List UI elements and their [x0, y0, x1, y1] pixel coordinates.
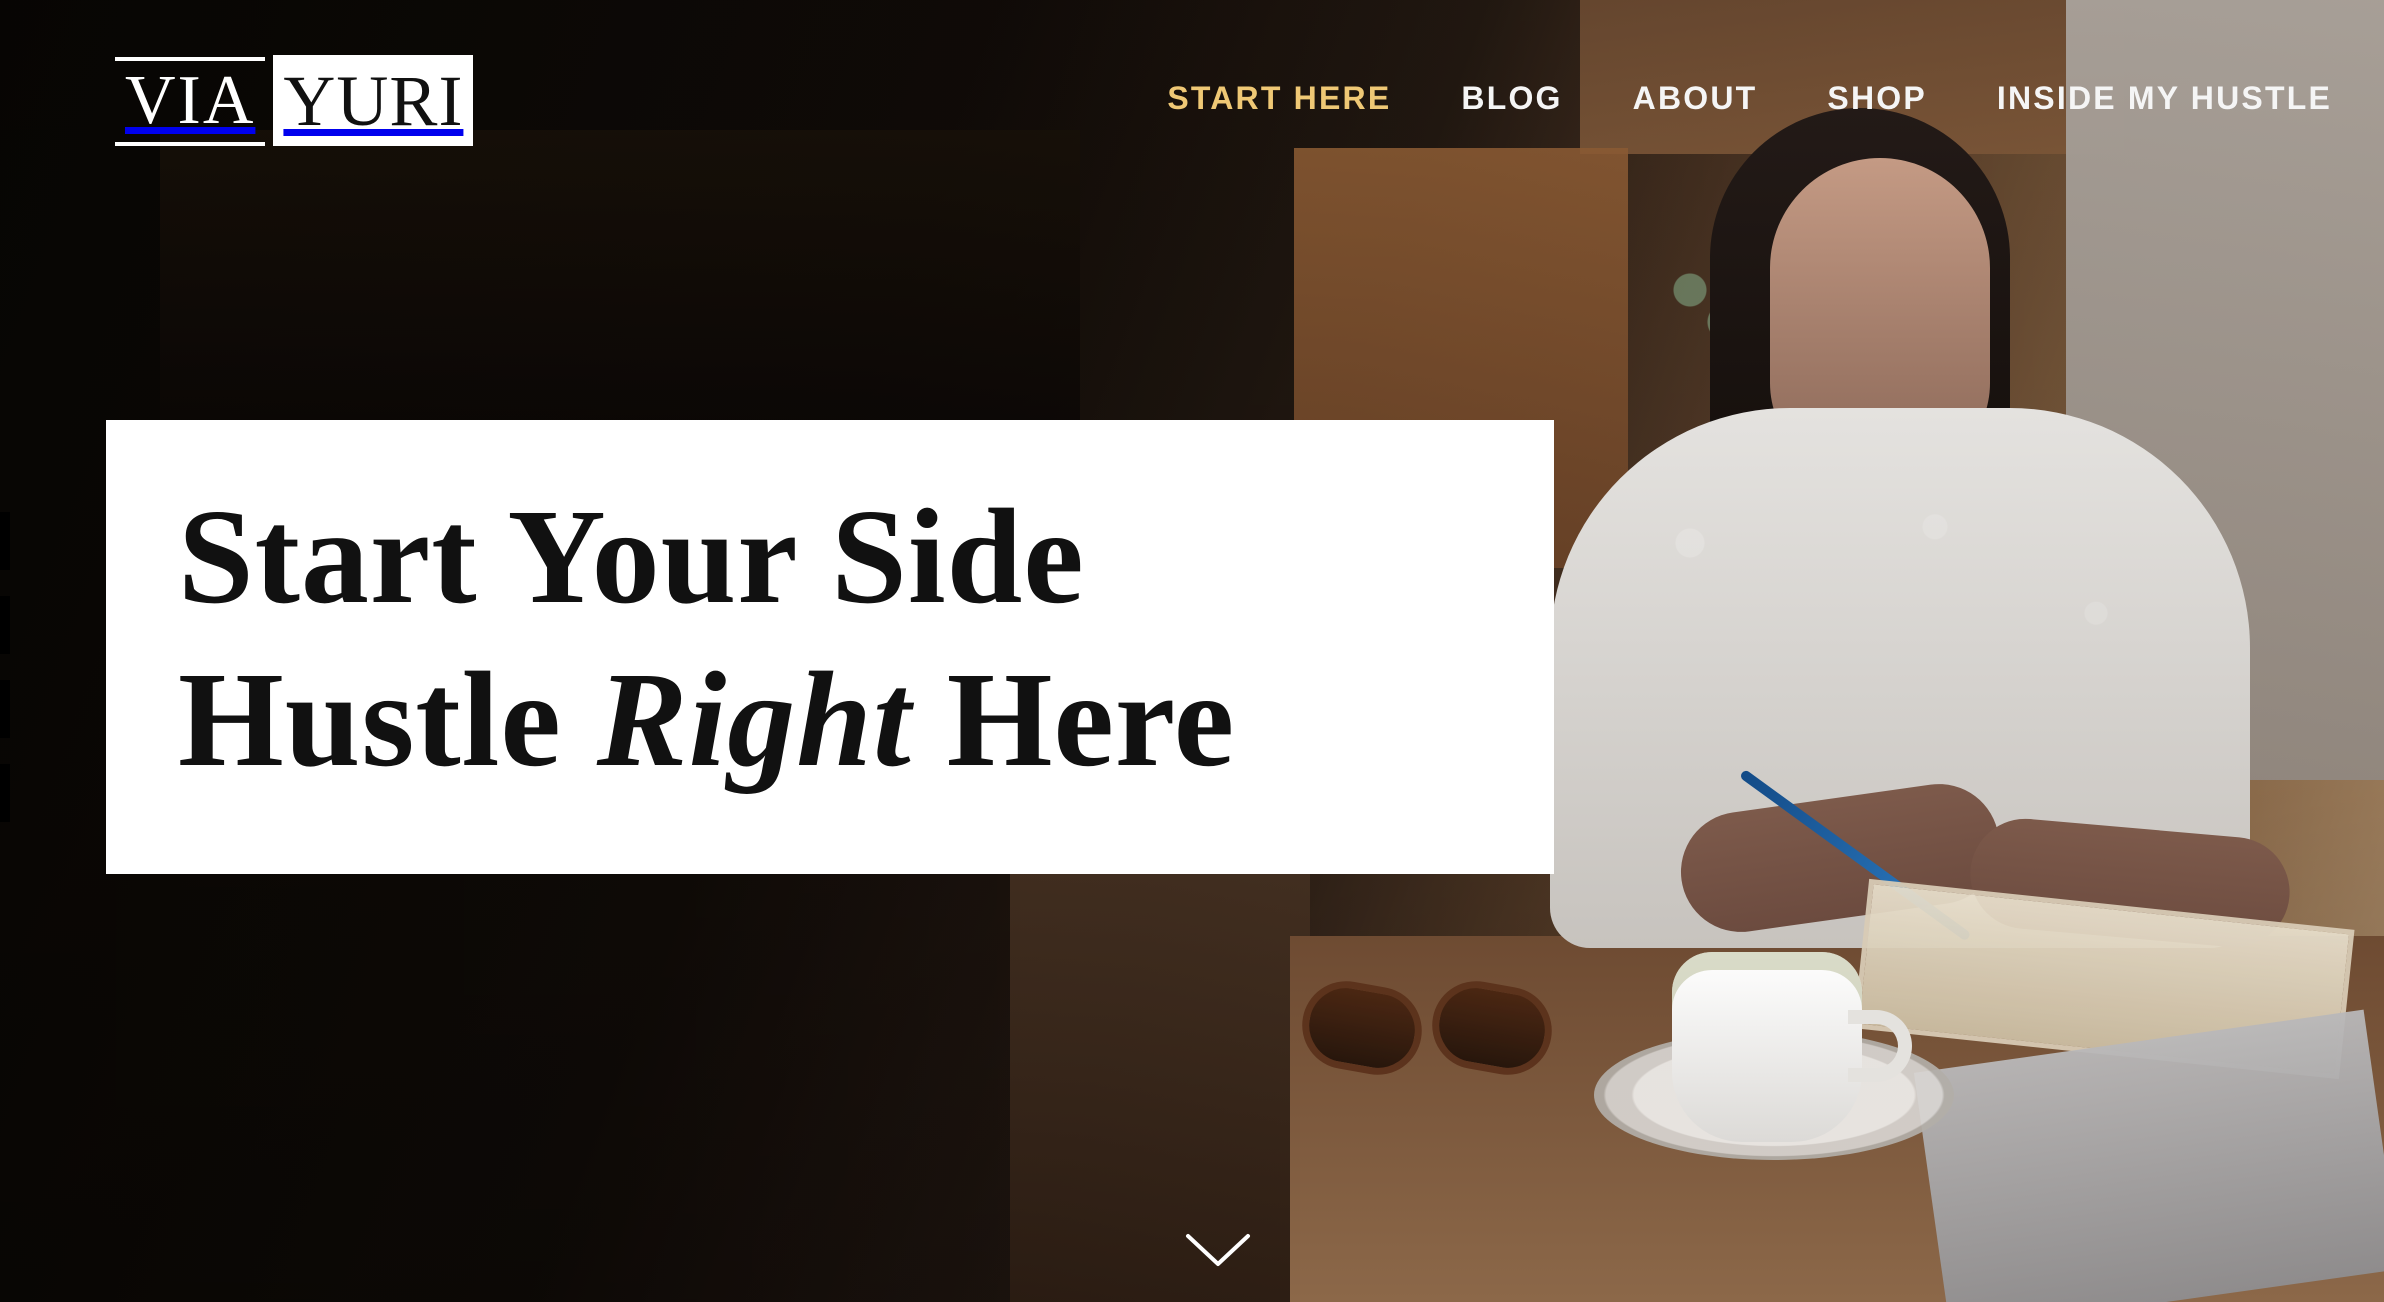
nav-blog[interactable]: BLOG [1461, 80, 1562, 117]
nav-start-here[interactable]: START HERE [1167, 80, 1391, 117]
background-sunglasses [1295, 974, 1602, 1084]
background-chair [1010, 870, 1310, 1302]
nav-inside-my-hustle[interactable]: INSIDE MY HUSTLE [1997, 80, 2332, 117]
site-logo[interactable]: VIA YURI [115, 55, 474, 146]
main-navigation: START HERE BLOG ABOUT SHOP INSIDE MY HUS… [1167, 80, 2332, 117]
side-tab [0, 764, 10, 822]
hero-headline-line-2: Hustle Right Here [178, 639, 1482, 802]
side-tab [0, 680, 10, 738]
background-cup [1672, 952, 1862, 1142]
side-tab [0, 596, 10, 654]
sunglasses-left-lens [1295, 974, 1429, 1082]
hero-headline-emphasis: Right [596, 645, 912, 796]
hero-headline-line-2-start: Hustle [178, 645, 597, 796]
chevron-down-icon[interactable] [1184, 1228, 1252, 1272]
hero-headline-line-2-end: Here [911, 645, 1236, 796]
hero-page: VIA YURI START HERE BLOG ABOUT SHOP INSI… [0, 0, 2384, 1302]
logo-via-text: VIA [115, 55, 266, 146]
side-tab [0, 512, 10, 570]
nav-shop[interactable]: SHOP [1827, 80, 1927, 117]
chevron-down-icon-svg [1186, 1234, 1250, 1266]
side-tabs [0, 512, 10, 822]
hero-headline-card: Start Your Side Hustle Right Here [106, 420, 1554, 874]
hero-headline: Start Your Side Hustle Right Here [178, 476, 1482, 802]
logo-yuri-text: YURI [273, 55, 474, 146]
sunglasses-right-lens [1425, 974, 1559, 1082]
background-shelf [160, 130, 1080, 420]
nav-about[interactable]: ABOUT [1633, 80, 1758, 117]
hero-headline-line-1: Start Your Side [178, 482, 1085, 632]
